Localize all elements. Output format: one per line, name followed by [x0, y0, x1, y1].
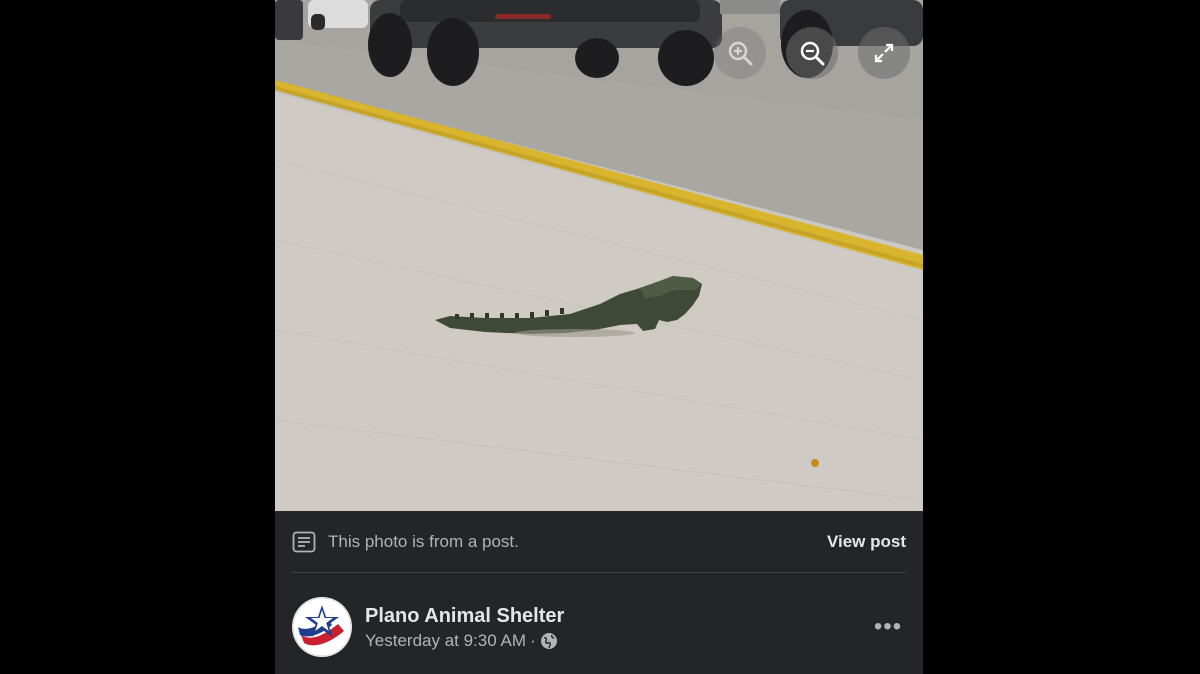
photo-viewer: This photo is from a post. View post Pla… — [275, 0, 923, 674]
post-footer: This photo is from a post. View post Pla… — [275, 511, 923, 674]
fullscreen-icon — [874, 43, 894, 63]
zoom-in-button[interactable] — [714, 27, 766, 79]
more-options-button[interactable]: ••• — [870, 609, 906, 645]
fullscreen-button[interactable] — [858, 27, 910, 79]
zoom-out-icon — [800, 41, 825, 66]
zoom-in-icon — [728, 41, 753, 66]
texas-star-logo-icon — [292, 597, 352, 657]
post-author-row: Plano Animal Shelter Yesterday at 9:30 A… — [292, 596, 906, 658]
globe-icon[interactable] — [540, 632, 558, 650]
view-post-link[interactable]: View post — [827, 532, 906, 552]
author-meta: Plano Animal Shelter Yesterday at 9:30 A… — [365, 603, 564, 651]
post-notice: This photo is from a post. View post — [292, 511, 906, 573]
zoom-out-button[interactable] — [786, 27, 838, 79]
author-name[interactable]: Plano Animal Shelter — [365, 603, 564, 629]
post-photo[interactable] — [275, 0, 923, 511]
post-document-icon — [292, 530, 316, 554]
meta-separator: · — [529, 631, 536, 650]
avatar[interactable] — [292, 597, 352, 657]
post-timestamp[interactable]: Yesterday at 9:30 AM — [365, 631, 526, 651]
post-notice-text: This photo is from a post. — [328, 531, 519, 551]
road-scene — [275, 0, 923, 511]
post-meta: Yesterday at 9:30 AM · — [365, 631, 564, 651]
